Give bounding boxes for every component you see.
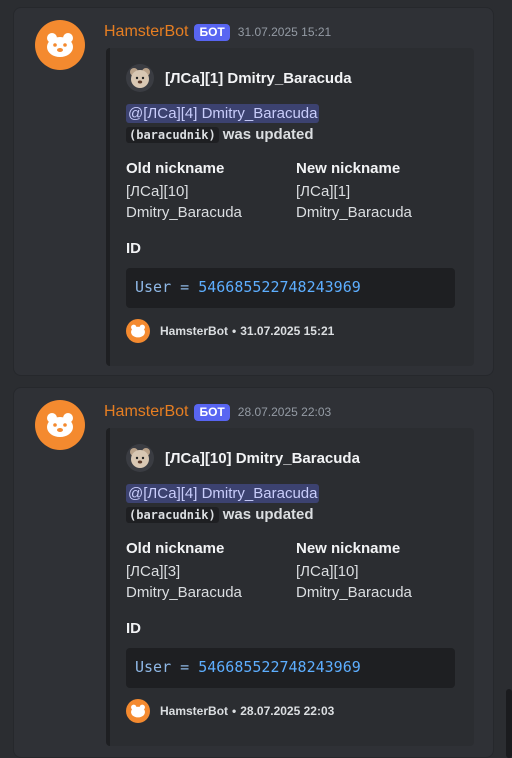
field-new-nickname: New nickname [ЛСа][10] Dmitry_Baracuda [296,540,412,603]
message: HamsterBot БОТ 28.07.2025 22:03 [ЛСа][10… [13,387,494,758]
embed-description: (baracudnik) was updated [126,506,314,523]
username[interactable]: HamsterBot [104,23,188,41]
field-value-line: Dmitry_Baracuda [296,584,412,601]
code-key: User [135,278,172,296]
code-key: User [135,658,172,676]
user-mention[interactable]: @[ЛСа][4] Dmitry_Baracuda [126,484,320,503]
bear-avatar-icon [126,64,154,92]
field-id-label: ID [126,240,141,257]
description-text: was updated [222,126,314,143]
embed-author: [ЛСа][10] Dmitry_Baracuda [126,444,360,472]
field-value-line: [ЛСа][1] [296,183,351,200]
code-block[interactable]: User = 546685522748243969 [126,648,455,688]
bot-avatar[interactable] [35,400,85,450]
field-id-label: ID [126,620,141,637]
field-value-line: [ЛСа][3] [126,563,181,580]
footer-name: HamsterBot [160,324,229,338]
bot-badge: БОТ [194,23,230,41]
embed-description: (baracudnik) was updated [126,126,314,143]
field-old-nickname: Old nickname [ЛСа][10] Dmitry_Baracuda [126,160,242,223]
bear-avatar-icon [126,444,154,472]
hamster-icon [126,319,150,343]
hamster-icon [47,413,73,437]
hamster-icon [126,699,150,723]
footer-name: HamsterBot [160,704,229,718]
inline-code: (baracudnik) [126,127,219,143]
username[interactable]: HamsterBot [104,403,188,421]
footer-time: 31.07.2025 15:21 [240,324,335,338]
embed-author-name[interactable]: [ЛСа][10] Dmitry_Baracuda [165,450,360,467]
footer-separator: • [232,704,237,718]
embed-author: [ЛСа][1] Dmitry_Baracuda [126,64,352,92]
embed-footer: HamsterBot • 28.07.2025 22:03 [126,699,334,723]
code-eq: = [180,658,190,676]
field-value-line: Dmitry_Baracuda [126,584,242,601]
field-name: Old nickname [126,160,225,177]
bot-badge: БОТ [194,403,230,421]
field-name: New nickname [296,160,401,177]
field-old-nickname: Old nickname [ЛСа][3] Dmitry_Baracuda [126,540,242,603]
timestamp[interactable]: 31.07.2025 15:21 [238,25,331,39]
code-eq: = [180,278,190,296]
field-value-line: [ЛСа][10] [296,563,359,580]
field-value-line: Dmitry_Baracuda [296,204,412,221]
user-mention[interactable]: @[ЛСа][4] Dmitry_Baracuda [126,104,320,123]
code-block[interactable]: User = 546685522748243969 [126,268,455,308]
message-header: HamsterBot БОТ 31.07.2025 15:21 [104,20,331,44]
message: HamsterBot БОТ 31.07.2025 15:21 [ЛСа][1]… [13,7,494,376]
field-value-line: [ЛСа][10] [126,183,189,200]
timestamp[interactable]: 28.07.2025 22:03 [238,405,331,419]
bot-avatar[interactable] [35,20,85,70]
field-new-nickname: New nickname [ЛСа][1] Dmitry_Baracuda [296,160,412,223]
inline-code: (baracudnik) [126,507,219,523]
footer-separator: • [232,324,237,338]
embed: [ЛСа][1] Dmitry_Baracuda @[ЛСа][4] Dmitr… [106,48,474,366]
message-header: HamsterBot БОТ 28.07.2025 22:03 [104,400,331,424]
code-value: 546685522748243969 [198,278,361,296]
embed: [ЛСа][10] Dmitry_Baracuda @[ЛСа][4] Dmit… [106,428,474,746]
field-value-line: Dmitry_Baracuda [126,204,242,221]
field-name: New nickname [296,540,401,557]
description-text: was updated [222,506,314,523]
code-value: 546685522748243969 [198,658,361,676]
embed-author-name[interactable]: [ЛСа][1] Dmitry_Baracuda [165,70,352,87]
footer-time: 28.07.2025 22:03 [240,704,335,718]
hamster-icon [47,33,73,57]
scrollbar-thumb[interactable] [506,689,512,758]
embed-footer: HamsterBot • 31.07.2025 15:21 [126,319,334,343]
field-name: Old nickname [126,540,225,557]
